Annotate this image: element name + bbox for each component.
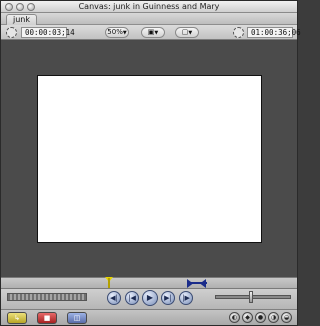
add-keyframe-button[interactable]: ● — [255, 312, 266, 323]
previous-edit-button[interactable]: |◀ — [125, 291, 139, 305]
insert-icon: ↳ — [14, 314, 20, 322]
match-frame-button[interactable]: ◐ — [229, 312, 240, 323]
duration-dial-icon — [233, 27, 244, 38]
mark-out-button[interactable]: |▶ — [179, 291, 193, 305]
chevron-down-icon: ▼ — [188, 30, 193, 36]
tab-junk[interactable]: junk — [6, 14, 37, 25]
overwrite-edit-button[interactable]: ■ — [37, 312, 57, 324]
duration-timecode-field[interactable]: 01:00:36;06 — [247, 27, 301, 38]
out-point-icon[interactable] — [200, 279, 206, 288]
title-bar[interactable]: Canvas: junk in Guinness and Mary — [1, 1, 297, 13]
replace-icon: ◫ — [73, 314, 81, 322]
canvas-viewport[interactable] — [1, 41, 297, 277]
shuttle-slider[interactable] — [215, 295, 291, 299]
replace-edit-button[interactable]: ◫ — [67, 312, 87, 324]
next-edit-button[interactable]: ▶| — [161, 291, 175, 305]
tab-strip: junk — [1, 13, 297, 25]
playhead[interactable] — [108, 278, 110, 288]
mark-in-button[interactable]: ◀| — [107, 291, 121, 305]
edit-buttons-bar: ↳ ■ ◫ ◐ ◆ ● ◑ ◒ — [1, 309, 297, 325]
overlay-popup[interactable]: ▢▼ — [175, 27, 199, 38]
video-frame[interactable] — [37, 75, 262, 243]
in-point-icon[interactable] — [187, 279, 193, 288]
shuttle-thumb[interactable] — [249, 291, 253, 303]
zoom-label: 50% — [107, 28, 123, 36]
play-button[interactable]: ▶ — [142, 290, 158, 306]
canvas-header: 00:00:03;14 50%▼ ▣▼ ▢▼ 01:00:36;06 — [1, 25, 301, 40]
jog-wheel[interactable] — [7, 293, 87, 301]
timecode-dial-icon — [6, 27, 17, 38]
zoom-popup[interactable]: 50%▼ — [105, 27, 129, 38]
current-timecode-field[interactable]: 00:00:03;14 — [21, 27, 75, 38]
chevron-down-icon: ▼ — [122, 30, 127, 36]
scrubber-bar[interactable] — [1, 277, 297, 289]
overwrite-icon: ■ — [43, 314, 51, 322]
transport-controls: ◀| |◀ ▶ ▶| |▶ — [1, 289, 297, 309]
play-around-button[interactable]: ◒ — [281, 312, 292, 323]
chevron-down-icon: ▼ — [154, 30, 159, 36]
window-title: Canvas: junk in Guinness and Mary — [78, 2, 220, 11]
mark-clip-button[interactable]: ◑ — [268, 312, 279, 323]
insert-edit-button[interactable]: ↳ — [7, 312, 27, 324]
canvas-window: Canvas: junk in Guinness and Mary junk 0… — [0, 0, 301, 326]
view-popup[interactable]: ▣▼ — [141, 27, 165, 38]
add-marker-button[interactable]: ◆ — [242, 312, 253, 323]
